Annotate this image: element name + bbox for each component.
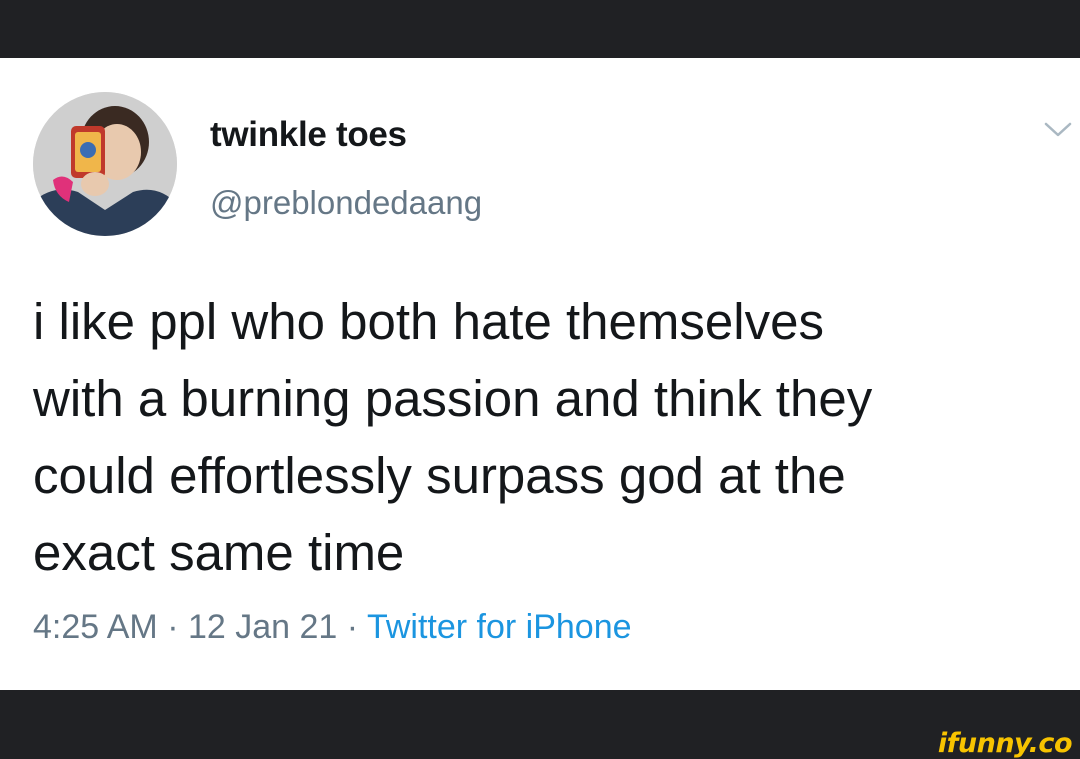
meta-separator: · [167, 608, 179, 646]
tweet-text-line: exact same time [33, 524, 405, 581]
user-handle[interactable]: @preblondedaang [210, 184, 482, 222]
bottom-frame-bar [0, 690, 1080, 756]
tweet-text-line: i like ppl who both hate themselves [33, 293, 824, 350]
chevron-down-icon[interactable] [1043, 120, 1073, 140]
tweet-card[interactable]: twinkle toes @preblondedaang i like ppl … [0, 58, 1080, 693]
watermark-logo: ifunny.co [937, 728, 1073, 759]
avatar[interactable] [33, 92, 177, 236]
display-name[interactable]: twinkle toes [210, 115, 407, 155]
tweet-text-line: could effortlessly surpass god at the [33, 447, 846, 504]
tweet-time[interactable]: 4:25 AM [33, 608, 158, 646]
avatar-photo-icon [33, 92, 177, 236]
tweet-source-link[interactable]: Twitter for iPhone [367, 608, 632, 646]
meta-separator: · [346, 608, 359, 646]
tweet-text-line: with a burning passion and think they [33, 370, 873, 427]
tweet-date[interactable]: 12 Jan 21 [188, 608, 337, 646]
tweet-meta: 4:25 AM · 12 Jan 21 · Twitter for iPhone [33, 608, 632, 647]
top-frame-bar [0, 0, 1080, 58]
tweet-text: i like ppl who both hate themselves with… [33, 283, 1068, 591]
